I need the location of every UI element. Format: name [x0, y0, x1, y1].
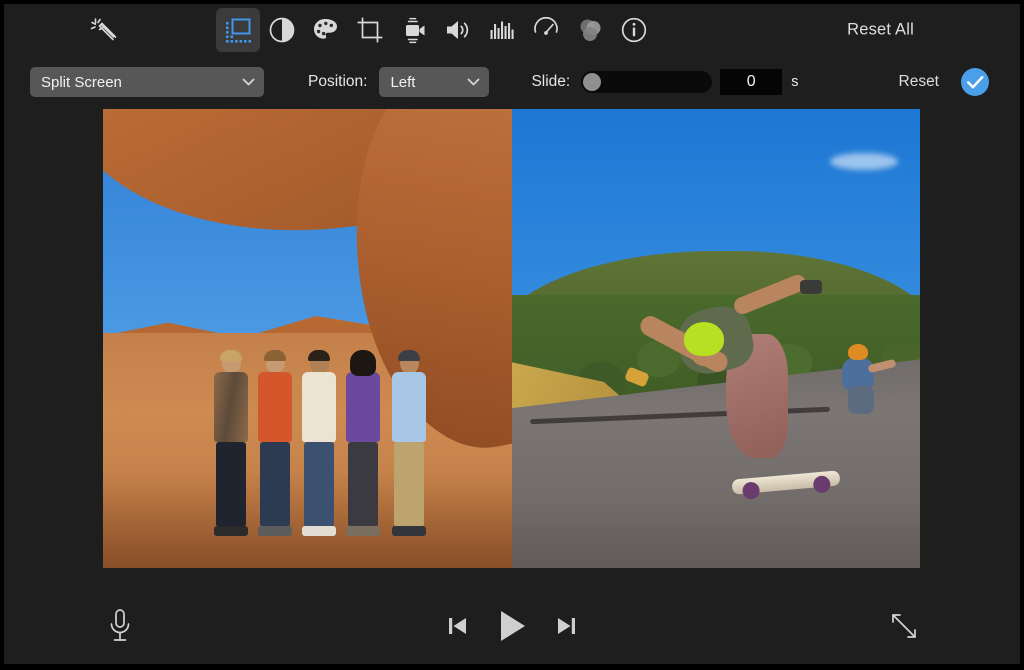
person-4 — [343, 353, 383, 536]
skip-to-beginning-icon[interactable] — [447, 614, 469, 643]
color-balance-icon[interactable] — [260, 8, 304, 52]
speed-icon[interactable] — [524, 8, 568, 52]
person-1 — [211, 353, 251, 536]
skater-background — [832, 344, 894, 416]
color-correction-icon[interactable] — [304, 8, 348, 52]
reset-button[interactable]: Reset — [899, 73, 940, 91]
noise-reduction-icon[interactable] — [480, 8, 524, 52]
crop-icon[interactable] — [348, 8, 392, 52]
longboard — [732, 470, 841, 494]
checkmark-circle-icon[interactable] — [960, 67, 990, 97]
person-3 — [299, 353, 339, 536]
slide-unit-label: s — [791, 74, 798, 90]
skip-to-end-icon[interactable] — [555, 614, 577, 643]
info-icon[interactable] — [612, 8, 656, 52]
preview-pane-left — [103, 109, 512, 568]
filters-icon[interactable] — [568, 8, 612, 52]
volume-icon[interactable] — [436, 8, 480, 52]
slide-slider-thumb[interactable] — [583, 73, 601, 91]
skater-foreground — [640, 300, 826, 496]
viewer-area — [4, 108, 1020, 595]
chevron-down-icon — [242, 74, 255, 91]
preview-pane-right — [512, 109, 920, 568]
adjustments-toolbar: Reset All — [4, 4, 1020, 56]
magic-wand-icon[interactable] — [82, 8, 126, 52]
position-value: Left — [390, 74, 415, 91]
slide-label: Slide: — [531, 73, 570, 91]
overlay-settings-icon[interactable] — [216, 8, 260, 52]
microphone-icon[interactable] — [105, 607, 135, 650]
playback-controls — [447, 608, 577, 649]
green-helmet — [684, 322, 724, 356]
position-label: Position: — [308, 73, 367, 91]
slide-value-field[interactable]: 0 — [720, 69, 782, 95]
slide-slider[interactable] — [581, 71, 712, 93]
reset-all-button[interactable]: Reset All — [847, 21, 914, 40]
play-icon[interactable] — [495, 608, 529, 649]
position-select[interactable]: Left — [379, 67, 489, 97]
person-2 — [255, 353, 295, 536]
transport-bar — [4, 595, 1020, 661]
overlay-effect-select[interactable]: Split Screen — [30, 67, 264, 97]
expand-arrows-icon[interactable] — [889, 611, 919, 646]
stabilization-icon[interactable] — [392, 8, 436, 52]
split-screen-preview[interactable] — [103, 109, 920, 568]
overlay-effect-value: Split Screen — [41, 74, 122, 91]
person-5 — [389, 353, 429, 536]
overlay-controls-row: Split Screen Position: Left Slide: 0 s R… — [4, 56, 1020, 108]
cloud — [830, 153, 898, 170]
chevron-down-icon — [467, 74, 480, 91]
imovie-adjustments-window: Reset All Split Screen Position: Left Sl… — [0, 0, 1024, 670]
